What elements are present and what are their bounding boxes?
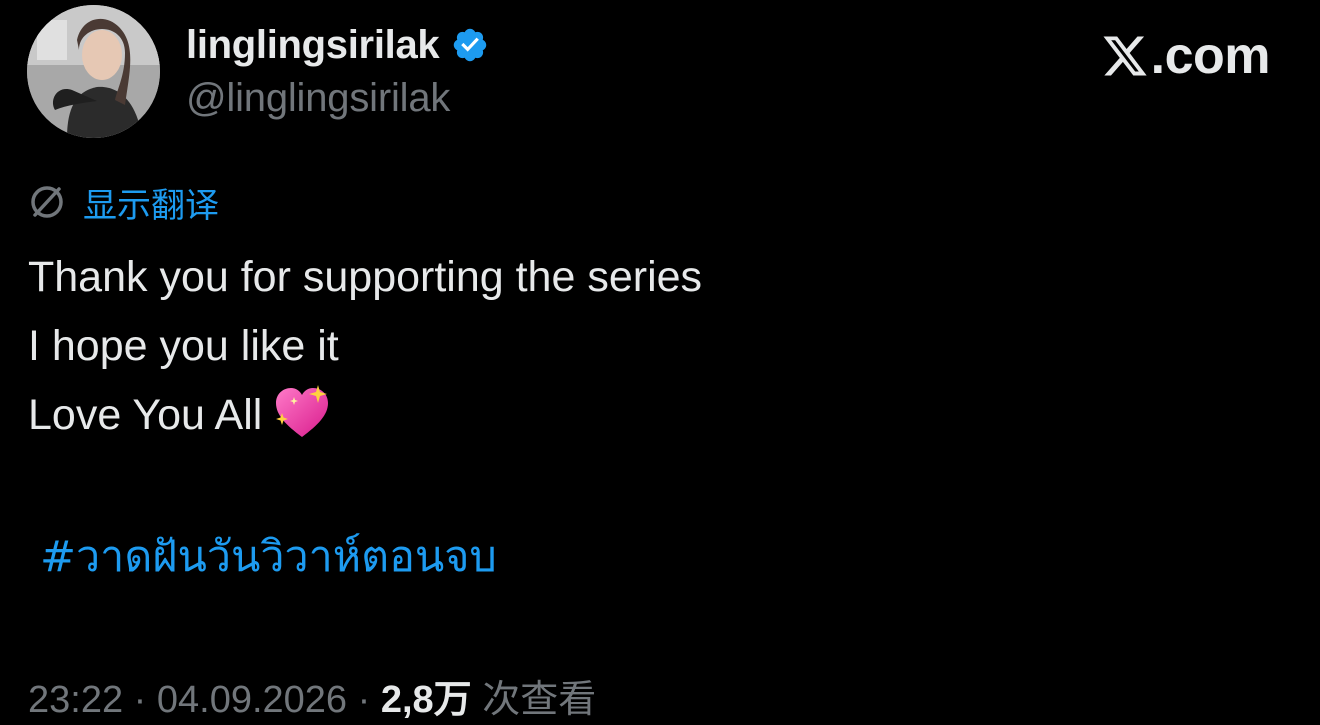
tweet-line-with-emoji: Love You All [28,381,702,450]
globe-icon [27,182,67,222]
meta-separator: · [347,679,381,721]
sparkling-heart-icon [272,383,332,441]
brand-domain-text: .com [1150,27,1271,85]
tweet-line: Love You All [28,391,263,439]
tweet-line: I hope you like it [28,322,339,370]
tweet-time[interactable]: 23:22 [28,679,123,721]
author-display-name[interactable]: linglingsirilak [186,23,440,68]
author-handle[interactable]: @linglingsirilak [186,76,450,121]
brand-watermark: .com [1101,26,1271,86]
author-name-row: linglingsirilak [186,20,489,70]
views-label: 次查看 [482,677,597,721]
views-count[interactable]: 2,8万 [381,679,472,721]
hashtag-link[interactable]: #วาดฝันวันวิวาห์ตอนจบ [40,522,497,590]
show-translation-button[interactable]: 显示翻译 [27,178,219,227]
verified-badge-icon [451,26,489,64]
show-translation-label[interactable]: 显示翻译 [83,178,219,227]
avatar[interactable] [27,5,160,138]
tweet-text: Thank you for supporting the series I ho… [28,243,702,450]
tweet-date[interactable]: 04.09.2026 [157,679,347,721]
tweet-line: Thank you for supporting the series [28,253,703,301]
meta-separator: · [123,679,157,721]
tweet-meta: 23:22 · 04.09.2026 · 2,8万 次查看 [28,668,596,723]
x-logo-icon [1101,32,1149,80]
